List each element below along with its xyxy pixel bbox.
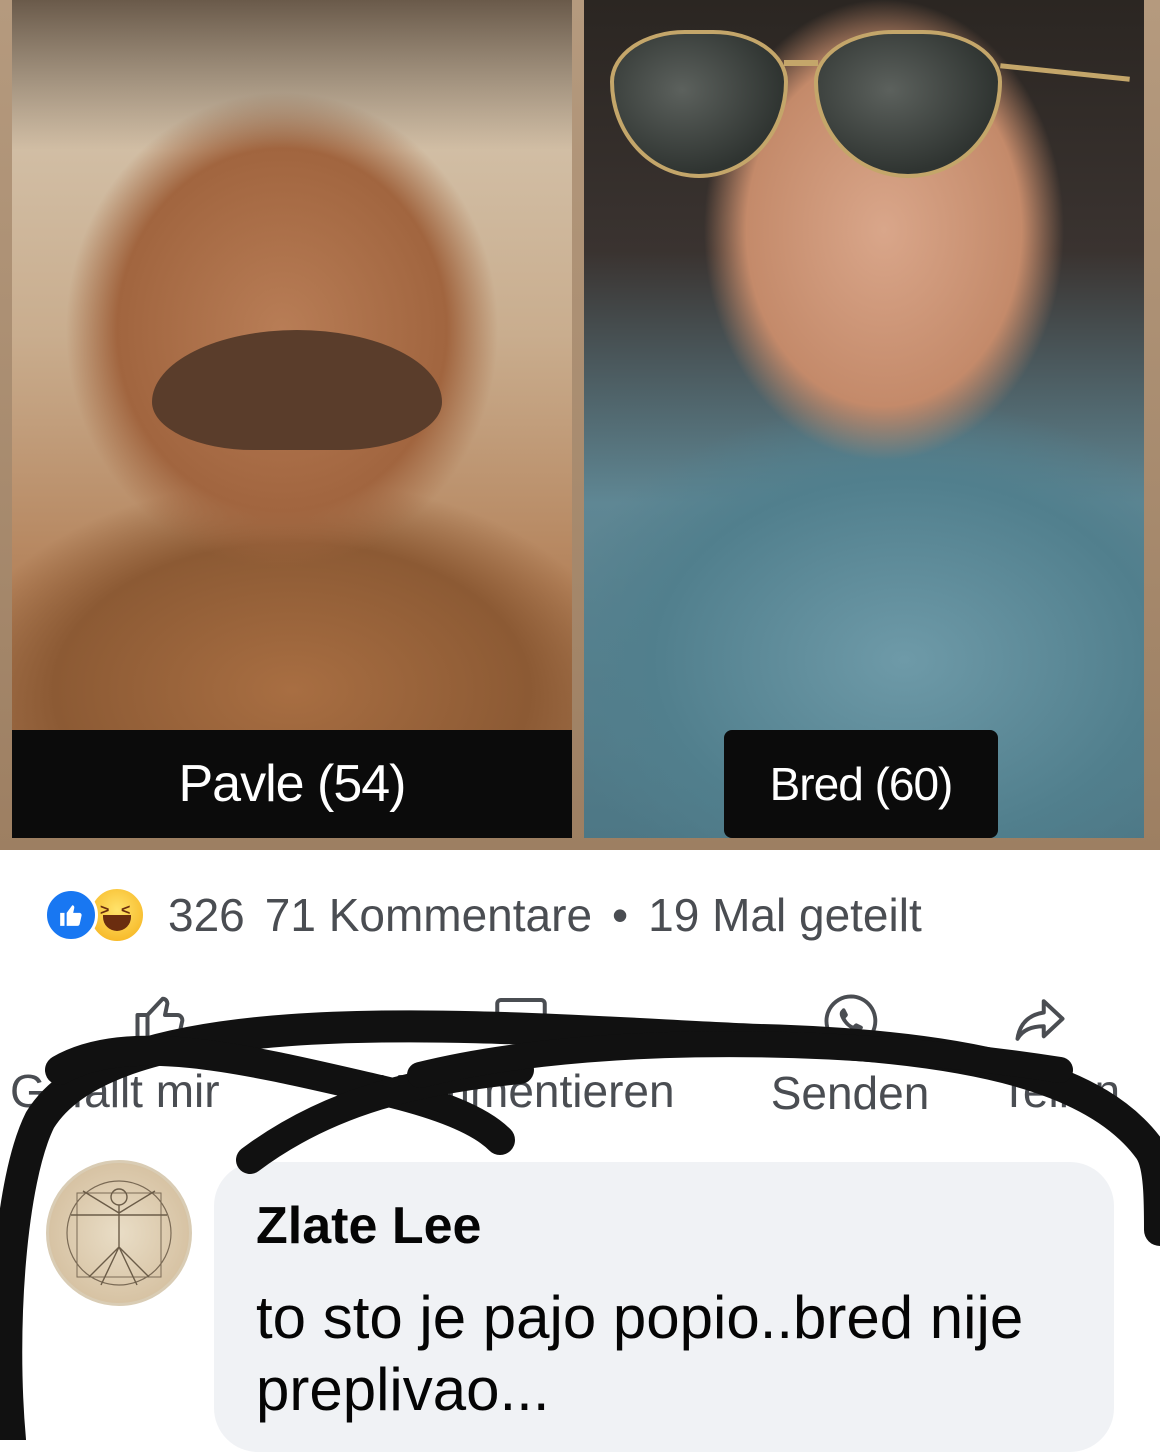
photo-pavle: [12, 0, 572, 838]
comment-text: to sto je pajo popio..bred nije prepliva…: [256, 1284, 1024, 1423]
comment-count[interactable]: 71 Kommentare: [265, 888, 592, 942]
comment-icon: [495, 998, 547, 1042]
send-label: Senden: [770, 1067, 930, 1119]
caption-pavle: Pavle (54): [12, 730, 572, 838]
share-count[interactable]: 19 Mal geteilt: [648, 888, 922, 942]
share-label: Teilen: [999, 1065, 1121, 1117]
hair-shading: [12, 0, 572, 150]
glasses-temple: [1000, 63, 1130, 82]
vitruvian-man-icon: [66, 1180, 172, 1286]
comment-author[interactable]: Zlate Lee: [256, 1196, 481, 1256]
like-label: Gefällt mir: [10, 1065, 220, 1117]
meta-separator: •: [612, 889, 629, 941]
send-button[interactable]: Senden: [740, 990, 960, 1120]
whatsapp-icon: [824, 994, 878, 1048]
share-button[interactable]: Teilen: [960, 990, 1160, 1118]
reaction-summary[interactable]: > < 326 71 Kommentare • 19 Mal geteilt: [44, 880, 922, 950]
comment-label: Kommentieren: [375, 1065, 675, 1117]
glasses-bridge: [784, 60, 818, 66]
reaction-count: 326: [168, 889, 245, 941]
caption-bred: Bred (60): [724, 730, 998, 838]
thumbs-up-icon: [135, 996, 185, 1045]
lens-right: [814, 30, 1002, 178]
share-arrow-icon: [1015, 999, 1065, 1041]
comment-button[interactable]: Kommentieren: [370, 990, 680, 1118]
photo-bred: [584, 0, 1144, 838]
lens-left: [610, 30, 788, 178]
like-button[interactable]: Gefällt mir: [0, 990, 300, 1118]
mustache-shape: [152, 330, 442, 450]
avatar[interactable]: [46, 1160, 192, 1306]
sunglasses-shape: [604, 30, 1144, 180]
like-icon: [44, 888, 98, 942]
post-image[interactable]: Pavle (54) Bred (60): [0, 0, 1160, 850]
